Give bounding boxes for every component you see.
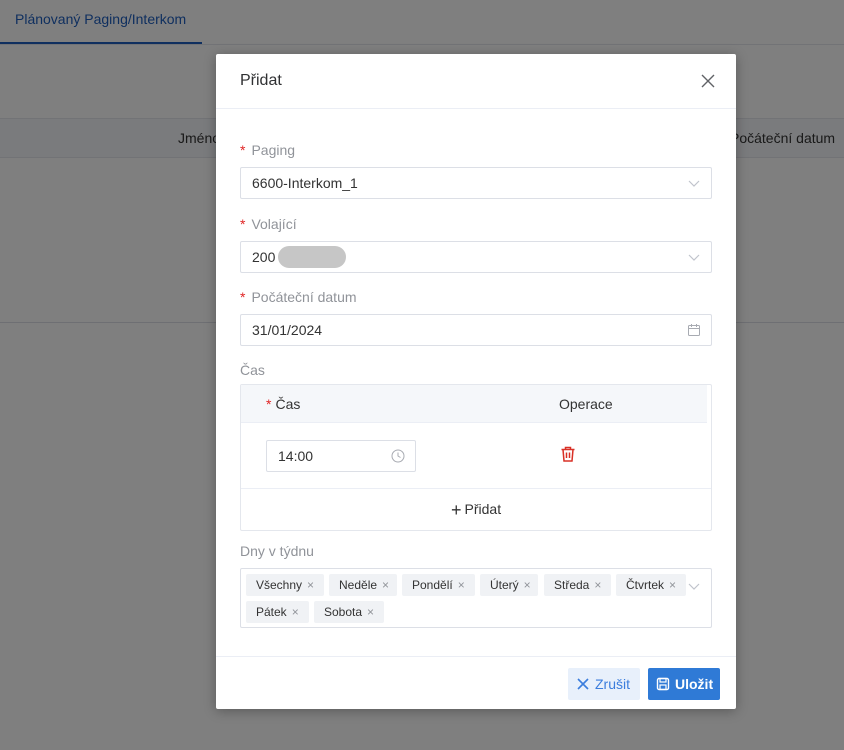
plus-icon: + [451, 500, 462, 520]
column-header-operation: Operace [559, 396, 613, 412]
tag-remove-icon[interactable]: × [594, 574, 604, 596]
save-label: Uložit [675, 676, 714, 692]
tag-remove-icon[interactable]: × [367, 601, 377, 623]
paging-label-text: Paging [251, 142, 296, 158]
tag-monday: Pondělí × [402, 574, 475, 596]
cancel-button[interactable]: Zrušit [568, 668, 640, 700]
tag-sunday: Neděle × [329, 574, 397, 596]
tag-wednesday: Středa × [544, 574, 611, 596]
dialog-footer: Zrušit Uložit [216, 656, 736, 710]
tag-saturday: Sobota × [314, 601, 384, 623]
chevron-down-icon [688, 583, 700, 590]
caller-label-text: Volající [251, 216, 297, 232]
days-label: Dny v týdnu [240, 543, 314, 559]
column-header-time: * Čas [266, 396, 301, 412]
required-mark: * [240, 216, 246, 232]
time-picker[interactable]: 14:00 [266, 440, 416, 472]
dialog-header: Přidat [216, 54, 736, 109]
trash-icon[interactable] [559, 445, 577, 463]
tag-tuesday: Úterý × [480, 574, 538, 596]
time-table-header: * Čas Operace [241, 385, 707, 423]
start-date-label: * Počáteční datum [240, 289, 357, 305]
add-time-label: + Přidat [451, 500, 502, 520]
tag-remove-icon[interactable]: × [382, 574, 392, 596]
start-date-label-text: Počáteční datum [251, 289, 357, 305]
tag-remove-icon[interactable]: × [524, 574, 534, 596]
time-table: * Čas Operace 14:00 + Přidat [240, 384, 712, 531]
save-icon [656, 677, 670, 691]
close-icon [577, 678, 589, 690]
days-select[interactable]: Všechny × Neděle × Pondělí × Úterý × Středa ×… [240, 568, 712, 628]
add-time-button[interactable]: + Přidat [241, 489, 711, 529]
calendar-icon [688, 324, 700, 336]
time-section-label: Čas [240, 362, 265, 378]
start-date-input[interactable]: 31/01/2024 [240, 314, 712, 346]
caller-label: * Volající [240, 216, 297, 232]
caller-select[interactable]: 200 [240, 241, 712, 273]
cancel-label: Zrušit [595, 676, 630, 692]
paging-select[interactable]: 6600-Interkom_1 [240, 167, 712, 199]
paging-value: 6600-Interkom_1 [252, 175, 358, 191]
required-mark: * [240, 142, 246, 158]
time-value: 14:00 [278, 448, 314, 464]
required-mark: * [240, 289, 246, 305]
tag-remove-icon[interactable]: × [458, 574, 468, 596]
start-date-value: 31/01/2024 [252, 322, 323, 338]
tag-remove-icon[interactable]: × [669, 574, 679, 596]
close-icon[interactable] [700, 73, 716, 89]
tag-friday: Pátek × [246, 601, 309, 623]
save-button[interactable]: Uložit [648, 668, 720, 700]
tag-remove-icon[interactable]: × [307, 574, 317, 596]
tag-thursday: Čtvrtek × [616, 574, 686, 596]
chevron-down-icon [688, 254, 700, 261]
tag-remove-icon[interactable]: × [292, 601, 302, 623]
caller-value: 200 [252, 249, 276, 265]
clock-icon [391, 449, 405, 463]
chevron-down-icon [688, 180, 700, 187]
tag-all: Všechny × [246, 574, 324, 596]
paging-label: * Paging [240, 142, 295, 158]
redacted-value [278, 246, 346, 268]
add-dialog: Přidat * Paging 6600-Interkom_1 * Volající… [216, 54, 736, 709]
dialog-title: Přidat [240, 72, 282, 89]
